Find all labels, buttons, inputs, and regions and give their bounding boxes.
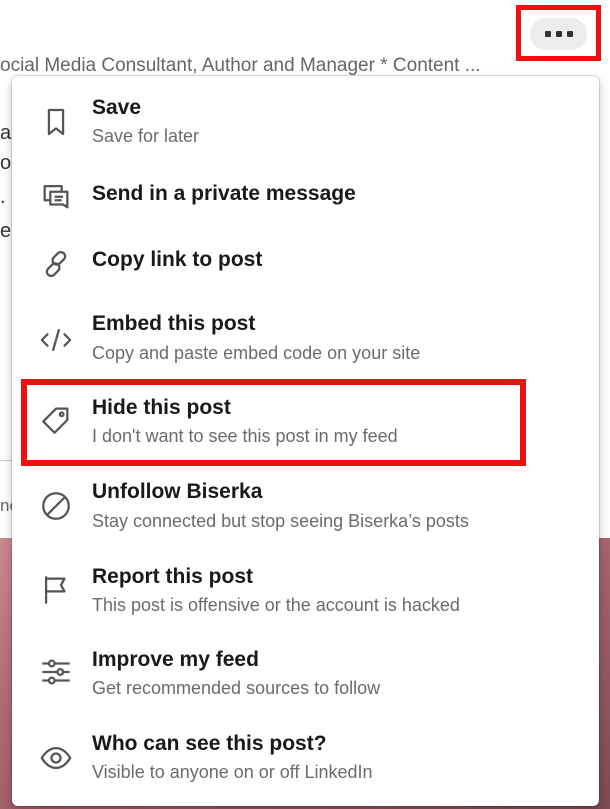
link-icon: [38, 246, 74, 282]
tag-icon: [38, 402, 74, 438]
menu-item-visibility[interactable]: Who can see this post? Visible to anyone…: [12, 730, 599, 790]
post-text-fragment: a: [0, 122, 12, 144]
menu-item-title: Save: [92, 96, 142, 119]
post-author-subtitle: ocial Media Consultant, Author and Manag…: [0, 55, 481, 76]
more-button-highlight: [516, 5, 601, 61]
menu-item-desc: This post is offensive or the account is…: [92, 595, 460, 615]
code-icon: [38, 322, 74, 358]
menu-item-embed[interactable]: Embed this post Copy and paste embed cod…: [12, 312, 599, 372]
menu-item-desc: Visible to anyone on or off LinkedIn: [92, 762, 373, 782]
menu-item-title: Who can see this post?: [92, 732, 327, 755]
menu-item-title: Unfollow Biserka: [92, 480, 263, 503]
menu-item-desc: I don't want to see this post in my feed: [92, 426, 398, 446]
more-horizontal-icon: [544, 31, 573, 37]
bookmark-icon: [38, 104, 74, 140]
menu-item-desc: Copy and paste embed code on your site: [92, 343, 421, 363]
menu-item-unfollow[interactable]: Unfollow Biserka Stay connected but stop…: [12, 478, 599, 538]
post-options-menu: Save Save for later Send in a private me…: [12, 76, 599, 806]
menu-item-title: Embed this post: [92, 312, 256, 335]
sliders-icon: [38, 654, 74, 690]
post-text-fragment: o: [0, 152, 12, 174]
menu-item-title: Copy link to post: [92, 248, 263, 271]
block-icon: [38, 488, 74, 524]
menu-item-report[interactable]: Report this post This post is offensive …: [12, 562, 599, 622]
menu-item-send-message[interactable]: Send in a private message: [12, 176, 599, 216]
menu-item-save[interactable]: Save Save for later: [12, 94, 599, 154]
menu-item-desc: Get recommended sources to follow: [92, 678, 381, 698]
menu-item-desc: Stay connected but stop seeing Biserka’s…: [92, 511, 469, 531]
menu-item-title: Hide this post: [92, 396, 231, 419]
more-options-button[interactable]: [530, 18, 587, 50]
menu-item-improve-feed[interactable]: Improve my feed Get recommended sources …: [12, 646, 599, 706]
menu-item-desc: Save for later: [92, 126, 200, 146]
post-text-fragment: .: [0, 186, 6, 208]
menu-item-title: Improve my feed: [92, 648, 259, 671]
menu-item-title: Report this post: [92, 565, 253, 588]
flag-icon: [38, 572, 74, 608]
menu-item-hide-post[interactable]: Hide this post I don't want to see this …: [12, 394, 599, 454]
eye-icon: [38, 740, 74, 776]
menu-item-title: Send in a private message: [92, 182, 356, 205]
message-icon: [38, 178, 74, 214]
menu-item-copy-link[interactable]: Copy link to post: [12, 242, 599, 282]
